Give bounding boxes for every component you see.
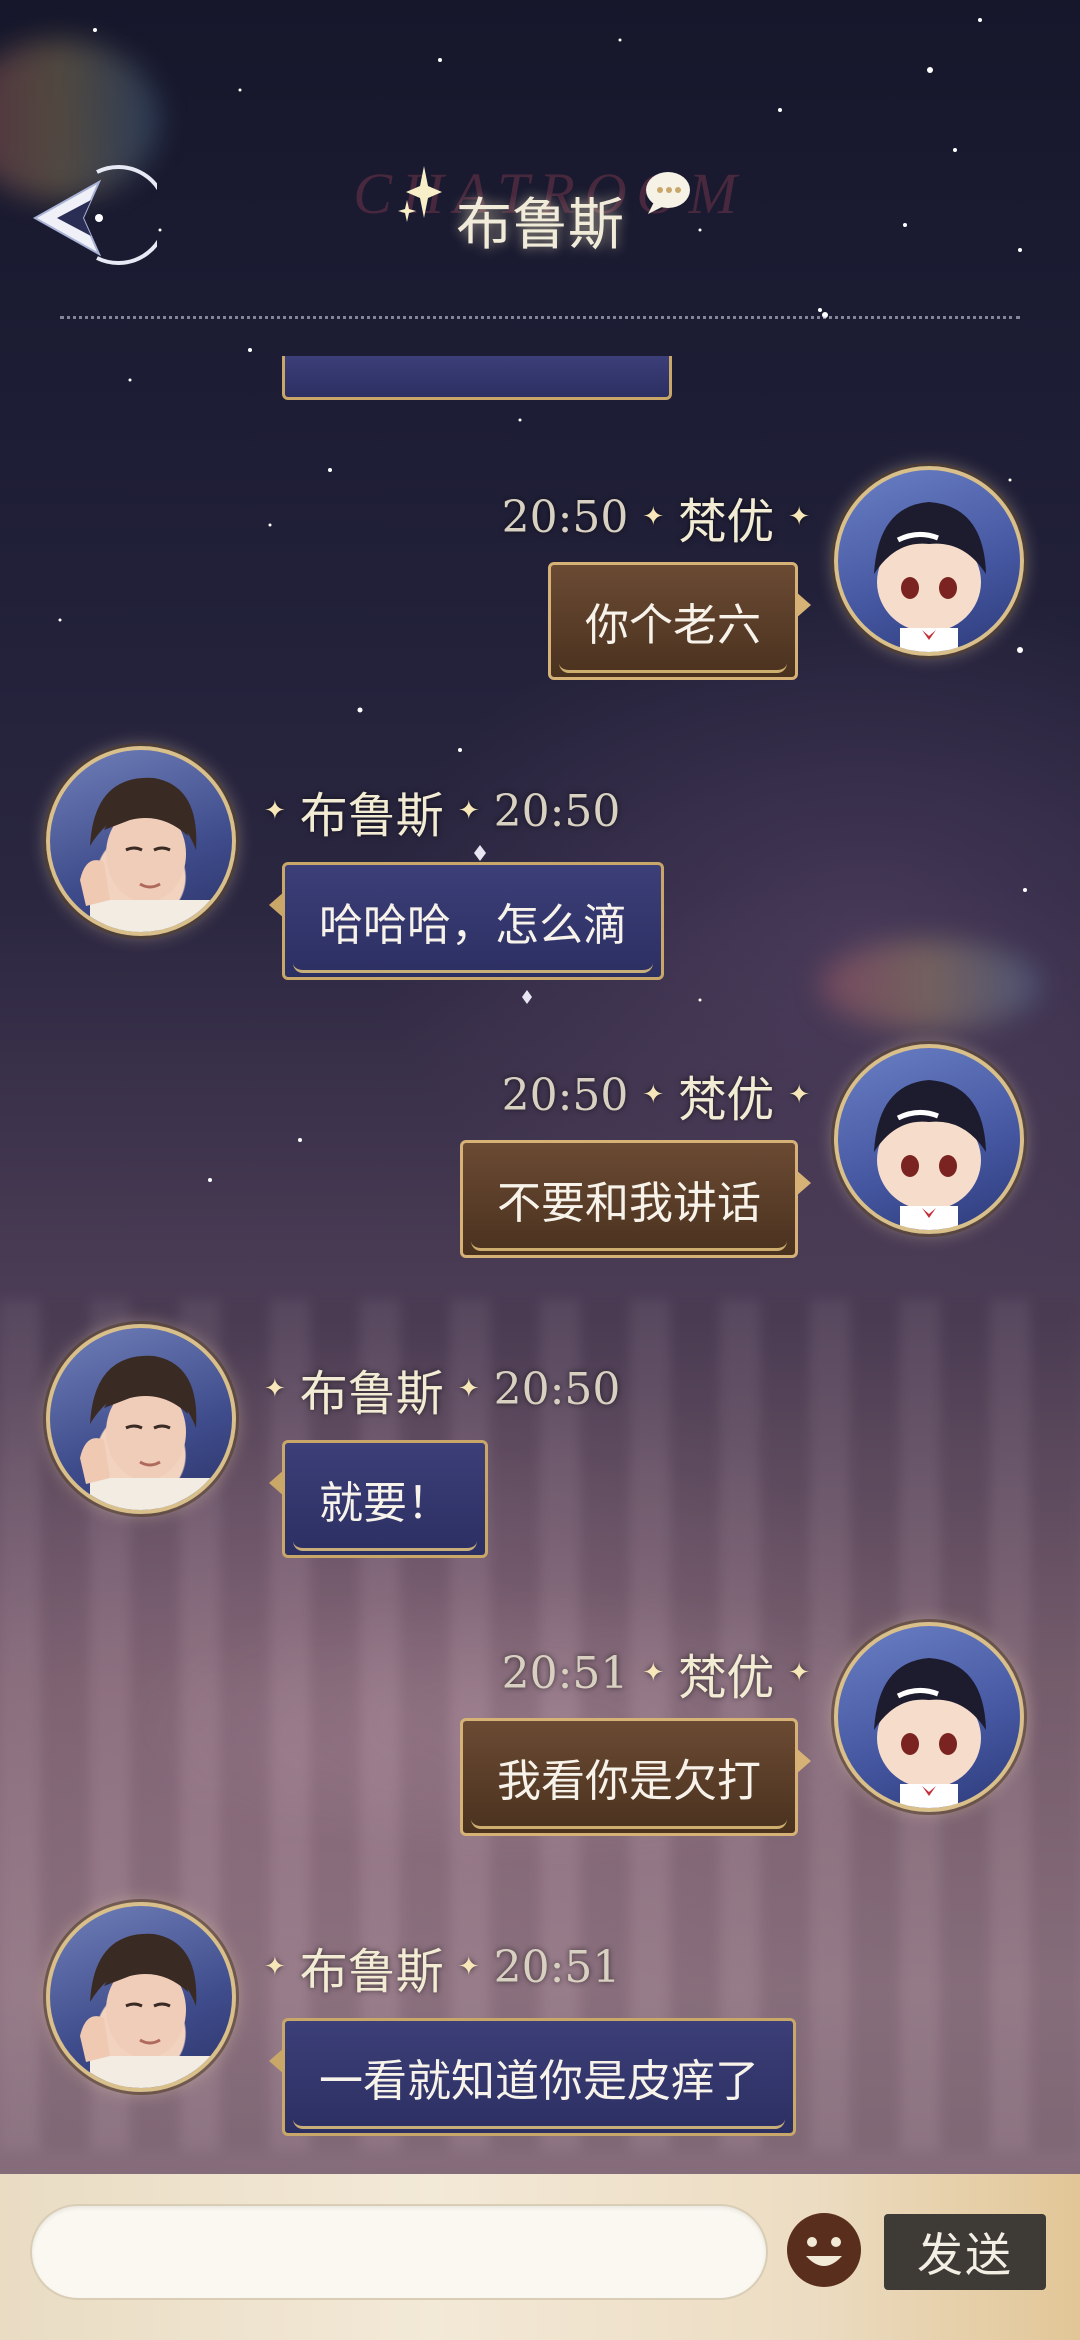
message-time: 20:50: [501, 491, 629, 543]
avatar-fanyou[interactable]: [834, 466, 1024, 656]
message-time: 20:51: [493, 1941, 621, 1993]
back-button[interactable]: [22, 160, 162, 270]
star-dot-icon: ✦: [642, 1658, 665, 1688]
message-time: 20:51: [501, 1647, 629, 1699]
speech-bubble-icon: [646, 172, 690, 214]
avatar-fanyou[interactable]: [834, 1044, 1024, 1234]
star-dot-icon: ✦: [457, 1374, 480, 1404]
message-time: 20:50: [501, 1069, 629, 1121]
message-bubble[interactable]: 就要！: [269, 1440, 488, 1558]
avatar-image: [874, 502, 986, 652]
bubble-tail: [269, 2047, 285, 2075]
message-bubble[interactable]: 不要和我讲话: [460, 1140, 811, 1258]
message-time: 20:50: [493, 1363, 621, 1415]
message-text: 你个老六: [585, 600, 761, 651]
bubble-tail: [269, 1469, 285, 1497]
message-bubble-partial: [282, 356, 672, 400]
message-meta: 20:50 ✦ 梵优 ✦: [502, 482, 810, 552]
avatar-bruce[interactable]: [46, 1324, 236, 1514]
avatar-image: [80, 1355, 210, 1510]
emoji-button[interactable]: [784, 2210, 864, 2290]
star-dot-icon: ✦: [642, 1080, 665, 1110]
bubble-tail: [795, 1169, 811, 1197]
message-time: 20:50: [493, 785, 621, 837]
message-text: 一看就知道你是皮痒了: [319, 2056, 759, 2107]
star-dot-icon: ✦: [788, 502, 810, 532]
avatar-image: [80, 777, 210, 932]
message-text: 就要！: [319, 1478, 451, 1529]
sender-name: 梵优: [678, 494, 775, 550]
send-button[interactable]: 发送: [884, 2214, 1046, 2290]
avatar-image: [874, 1658, 986, 1808]
avatar-bruce[interactable]: [46, 746, 236, 936]
avatar-image: [874, 1080, 986, 1230]
chat-input-bar: 发送: [0, 2174, 1080, 2340]
avatar-image: [80, 1933, 210, 2088]
star-dot-icon: ✦: [788, 1080, 810, 1110]
message-meta: ✦ 布鲁斯 ✦ 20:50: [264, 1354, 620, 1424]
message-input[interactable]: [30, 2204, 768, 2300]
message-bubble[interactable]: 我看你是欠打: [460, 1718, 811, 1836]
star-dot-icon: ✦: [642, 502, 665, 532]
bubble-tail: [269, 891, 285, 919]
star-dot-icon: ✦: [264, 796, 286, 826]
message-bubble[interactable]: 你个老六: [548, 562, 811, 680]
message-text: 哈哈哈，怎么滴: [319, 900, 627, 951]
message-bubble[interactable]: 一看就知道你是皮痒了: [269, 2018, 796, 2136]
sender-name: 梵优: [678, 1650, 775, 1706]
star-dot-icon: ✦: [457, 1952, 480, 1982]
sender-name: 布鲁斯: [299, 1944, 444, 2000]
sender-name: 梵优: [678, 1072, 775, 1128]
star-dot-icon: ✦: [264, 1952, 286, 1982]
message-bubble[interactable]: 哈哈哈，怎么滴: [269, 862, 664, 980]
chat-header: CHATROOM 布鲁斯: [0, 0, 1080, 330]
sender-name: 布鲁斯: [299, 1366, 444, 1422]
message-meta: ✦ 布鲁斯 ✦ 20:51: [264, 1932, 620, 2002]
avatar-fanyou[interactable]: [834, 1622, 1024, 1812]
message-meta: 20:50 ✦ 梵优 ✦: [502, 1060, 810, 1130]
message-meta: ✦ 布鲁斯 ✦ 20:50: [264, 776, 620, 846]
star-dot-icon: ✦: [264, 1374, 286, 1404]
smiley-face-icon: [787, 2213, 861, 2287]
message-text: 我看你是欠打: [497, 1756, 761, 1807]
star-dot-icon: ✦: [457, 796, 480, 826]
message-meta: 20:51 ✦ 梵优 ✦: [502, 1638, 810, 1708]
bubble-tail: [795, 591, 811, 619]
bubble-tail: [795, 1747, 811, 1775]
message-text: 不要和我讲话: [497, 1178, 761, 1229]
header-divider: [60, 316, 1020, 319]
star-dot-icon: ✦: [788, 1658, 810, 1688]
sender-name: 布鲁斯: [299, 788, 444, 844]
avatar-bruce[interactable]: [46, 1902, 236, 2092]
back-arrow-icon: [32, 165, 157, 265]
